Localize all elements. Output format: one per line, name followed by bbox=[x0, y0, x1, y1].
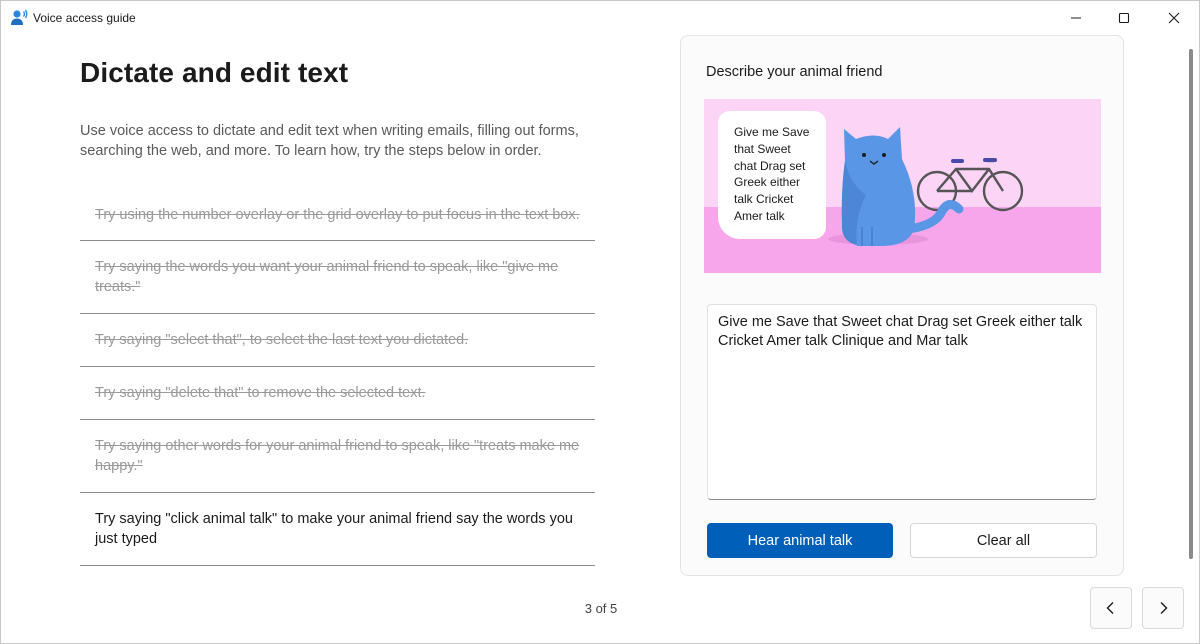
page-indicator: 3 of 5 bbox=[584, 601, 618, 616]
maximize-icon bbox=[1118, 12, 1130, 24]
list-item: Try saying "select that", to select the … bbox=[80, 314, 595, 367]
title-bar: Voice access guide bbox=[1, 1, 1199, 35]
step-text: Try saying "click animal talk" to make y… bbox=[95, 511, 573, 547]
steps-list: Try using the number overlay or the grid… bbox=[80, 190, 595, 566]
close-icon bbox=[1168, 12, 1180, 24]
intro-text: Use voice access to dictate and edit tex… bbox=[80, 123, 579, 159]
minimize-button[interactable] bbox=[1053, 1, 1099, 35]
animal-talk-textbox[interactable]: Give me Save that Sweet chat Drag set Gr… bbox=[707, 304, 1097, 500]
practice-card: Describe your animal friend Give me Save… bbox=[680, 35, 1124, 576]
page-title: Dictate and edit text bbox=[80, 57, 349, 88]
next-page-button[interactable] bbox=[1142, 587, 1184, 629]
list-item: Try saying "click animal talk" to make y… bbox=[80, 493, 595, 566]
step-text: Try saying the words you want your anima… bbox=[95, 259, 559, 295]
voice-access-icon bbox=[10, 9, 28, 27]
app-window: Voice access guide Dictate and edit text… bbox=[0, 0, 1200, 644]
animal-illustration: Give me Save that Sweet chat Drag set Gr… bbox=[704, 99, 1101, 273]
window-title: Voice access guide bbox=[33, 11, 136, 25]
close-button[interactable] bbox=[1151, 1, 1197, 35]
list-item: Try using the number overlay or the grid… bbox=[80, 190, 595, 241]
step-text: Try saying other words for your animal f… bbox=[95, 438, 580, 474]
minimize-icon bbox=[1071, 17, 1081, 19]
step-text: Try using the number overlay or the grid… bbox=[95, 207, 580, 223]
hear-animal-talk-button[interactable]: Hear animal talk bbox=[707, 523, 893, 558]
list-item: Try saying the words you want your anima… bbox=[80, 241, 595, 314]
chevron-left-icon bbox=[1106, 602, 1114, 614]
vertical-scrollbar[interactable] bbox=[1189, 49, 1193, 559]
list-item: Try saying "delete that" to remove the s… bbox=[80, 367, 595, 420]
step-text: Try saying "delete that" to remove the s… bbox=[95, 385, 426, 401]
clear-all-button[interactable]: Clear all bbox=[910, 523, 1097, 558]
list-item: Try saying other words for your animal f… bbox=[80, 420, 595, 493]
step-text: Try saying "select that", to select the … bbox=[95, 332, 469, 348]
chevron-right-icon bbox=[1160, 602, 1168, 614]
speech-bubble: Give me Save that Sweet chat Drag set Gr… bbox=[718, 111, 826, 239]
maximize-button[interactable] bbox=[1101, 1, 1147, 35]
previous-page-button[interactable] bbox=[1090, 587, 1132, 629]
practice-title: Describe your animal friend bbox=[706, 64, 883, 80]
